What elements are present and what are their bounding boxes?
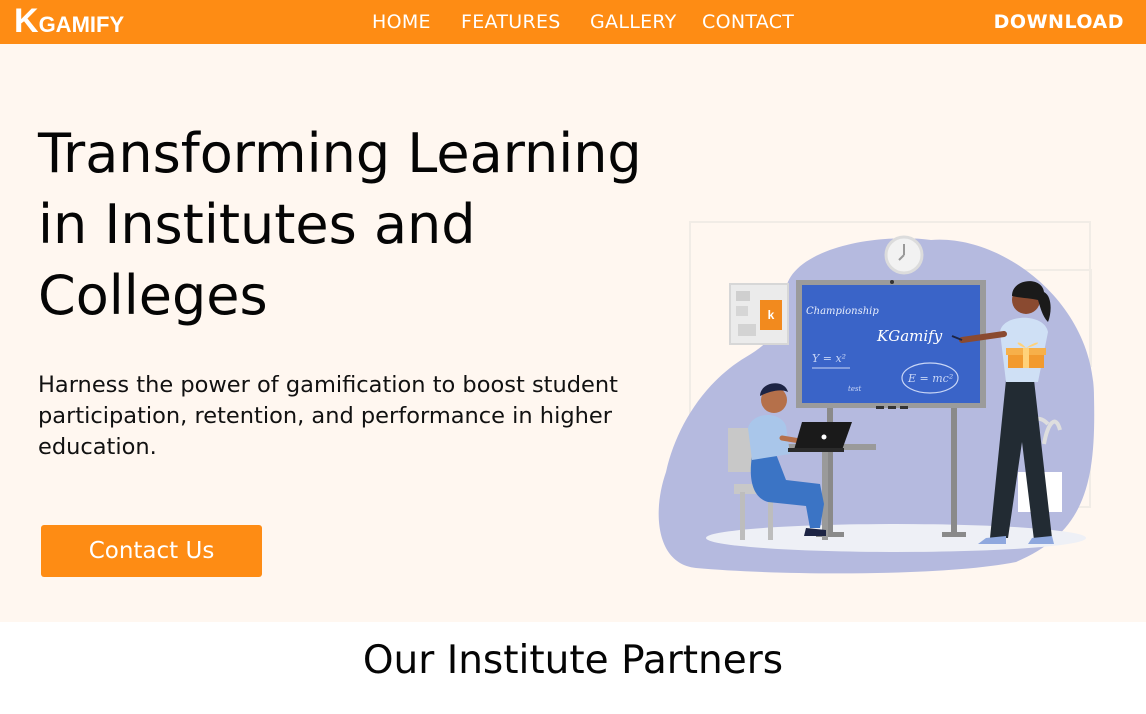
board-title-text: Championship xyxy=(806,306,879,317)
board-equation-left: Y = x² xyxy=(812,352,846,365)
top-navbar: K GAMIFY HOME FEATURES GALLERY CONTACT D… xyxy=(0,0,1146,44)
classroom-illustration: k Championship KGamify Y = x² E = mc² te… xyxy=(658,221,1095,574)
board-equation-right: E = mc² xyxy=(907,372,953,385)
board-brand-text: KGamify xyxy=(876,327,943,345)
kgamify-whiteboard: Championship KGamify Y = x² E = mc² test xyxy=(796,280,986,409)
pin-board-poster: k xyxy=(729,283,789,345)
wall-clock-icon xyxy=(884,235,924,275)
nav-link-gallery[interactable]: GALLERY xyxy=(590,11,677,33)
nav-link-home[interactable]: HOME xyxy=(372,11,431,33)
hero-section: Transforming Learning in Institutes and … xyxy=(0,44,1146,622)
logo-wordmark: GAMIFY xyxy=(38,12,125,37)
poster-letter: k xyxy=(768,308,775,322)
partners-section-title: Our Institute Partners xyxy=(362,638,784,683)
contact-us-button[interactable]: Contact Us xyxy=(41,525,262,577)
nav-link-contact[interactable]: CONTACT xyxy=(702,11,794,33)
nav-link-features[interactable]: FEATURES xyxy=(461,11,561,33)
floor-shadow xyxy=(706,524,1086,552)
hero-subtitle: Harness the power of gamification to boo… xyxy=(38,372,618,460)
board-note-text: test xyxy=(848,385,862,393)
download-link[interactable]: DOWNLOAD xyxy=(994,11,1124,33)
kgamify-logo[interactable]: K GAMIFY xyxy=(14,4,124,38)
logo-letter-k: K xyxy=(14,2,39,40)
hero-title: Transforming Learning in Institutes and … xyxy=(38,122,642,327)
